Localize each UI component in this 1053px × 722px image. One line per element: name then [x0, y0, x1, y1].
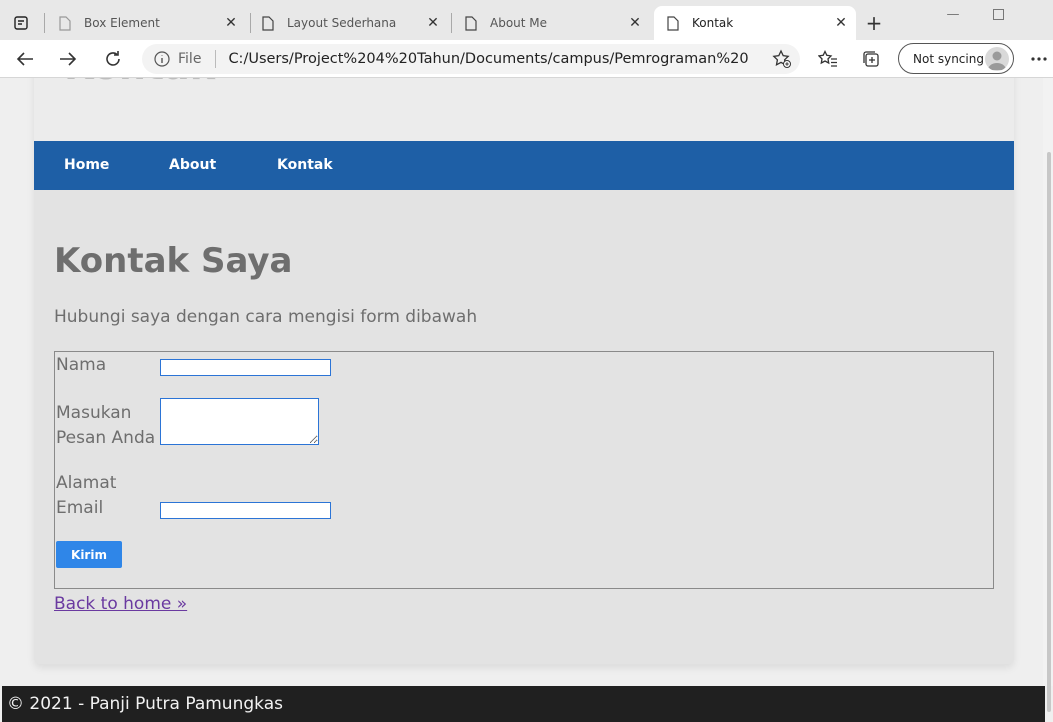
tab-separator — [451, 13, 452, 33]
favorites-icon[interactable] — [815, 46, 841, 72]
footer-copyright: © 2021 - Panji Putra Pamungkas — [7, 694, 283, 714]
browser-toolbar: File C:/Users/Project%204%20Tahun/Docume… — [0, 40, 1053, 78]
page-description: Hubungi saya dengan cara mengisi form di… — [54, 307, 478, 327]
tab-kontak[interactable]: Kontak ✕ — [654, 6, 856, 40]
forward-arrow-icon[interactable] — [55, 46, 81, 72]
back-arrow-icon[interactable] — [12, 46, 38, 72]
page-icon — [462, 14, 480, 32]
tab-title: Kontak — [692, 16, 734, 30]
close-icon[interactable]: ✕ — [832, 14, 850, 32]
url-text[interactable]: C:/Users/Project%204%20Tahun/Documents/c… — [228, 51, 748, 67]
email-label-line1: Alamat — [56, 473, 117, 493]
star-plus-icon[interactable] — [772, 49, 792, 69]
nav-link-kontak[interactable]: Kontak — [277, 157, 333, 173]
message-label-line1: Masukan — [56, 403, 132, 423]
more-icon[interactable] — [1026, 46, 1052, 72]
name-label: Nama — [56, 355, 107, 375]
page-footer: © 2021 - Panji Putra Pamungkas — [2, 686, 1045, 722]
message-field[interactable] — [160, 398, 319, 445]
contact-form: Nama Masukan Pesan Anda Alamat Email Kir… — [54, 351, 994, 589]
collections-icon[interactable] — [858, 46, 884, 72]
page-header: Kontak — [34, 78, 1014, 141]
site-title: Kontak — [64, 78, 215, 88]
address-divider — [215, 50, 217, 68]
plus-icon[interactable]: + — [862, 11, 886, 35]
email-field[interactable] — [160, 502, 331, 519]
close-icon[interactable]: ✕ — [424, 14, 442, 32]
sync-label: Not syncing — [913, 51, 984, 66]
tab-separator — [44, 13, 45, 33]
scheme-label: File — [178, 51, 202, 67]
back-to-home-link[interactable]: Back to home » — [54, 594, 187, 614]
tab-box-element[interactable]: Box Element ✕ — [52, 6, 246, 40]
nav-bar: Home About Kontak — [34, 141, 1014, 190]
page-title: Kontak Saya — [54, 241, 293, 281]
tab-title: Box Element — [84, 16, 160, 30]
tab-actions-icon[interactable] — [8, 12, 34, 34]
tab-separator — [250, 13, 251, 33]
message-label-line2: Pesan Anda — [56, 428, 156, 448]
info-icon[interactable] — [154, 51, 170, 67]
address-bar[interactable]: File C:/Users/Project%204%20Tahun/Docume… — [142, 44, 800, 74]
tab-strip: Box Element ✕ Layout Sederhana ✕ About M… — [0, 0, 1053, 40]
nav-link-about[interactable]: About — [169, 157, 216, 173]
name-field[interactable] — [160, 359, 331, 376]
page-container: Kontak Home About Kontak Kontak Saya Hub… — [34, 78, 1014, 664]
tab-title: Layout Sederhana — [287, 16, 397, 30]
maximize-icon[interactable] — [985, 4, 1011, 24]
nav-link-home[interactable]: Home — [64, 157, 109, 173]
scrollbar-thumb[interactable] — [1047, 152, 1051, 712]
page-viewport: Kontak Home About Kontak Kontak Saya Hub… — [0, 78, 1053, 722]
close-icon[interactable]: ✕ — [626, 14, 644, 32]
tab-title: About Me — [490, 16, 548, 30]
refresh-icon[interactable] — [100, 46, 126, 72]
submit-button[interactable]: Kirim — [56, 541, 122, 568]
page-icon — [56, 14, 74, 32]
sync-status-button[interactable]: Not syncing — [898, 43, 1014, 74]
tab-about-me[interactable]: About Me ✕ — [458, 6, 650, 40]
email-label-line2: Email — [56, 498, 104, 518]
tab-layout-sederhana[interactable]: Layout Sederhana ✕ — [255, 6, 448, 40]
page-icon — [259, 14, 277, 32]
page-icon — [664, 14, 682, 32]
minimize-icon[interactable]: — — [940, 4, 966, 24]
avatar — [985, 47, 1009, 71]
close-icon[interactable]: ✕ — [222, 14, 240, 32]
